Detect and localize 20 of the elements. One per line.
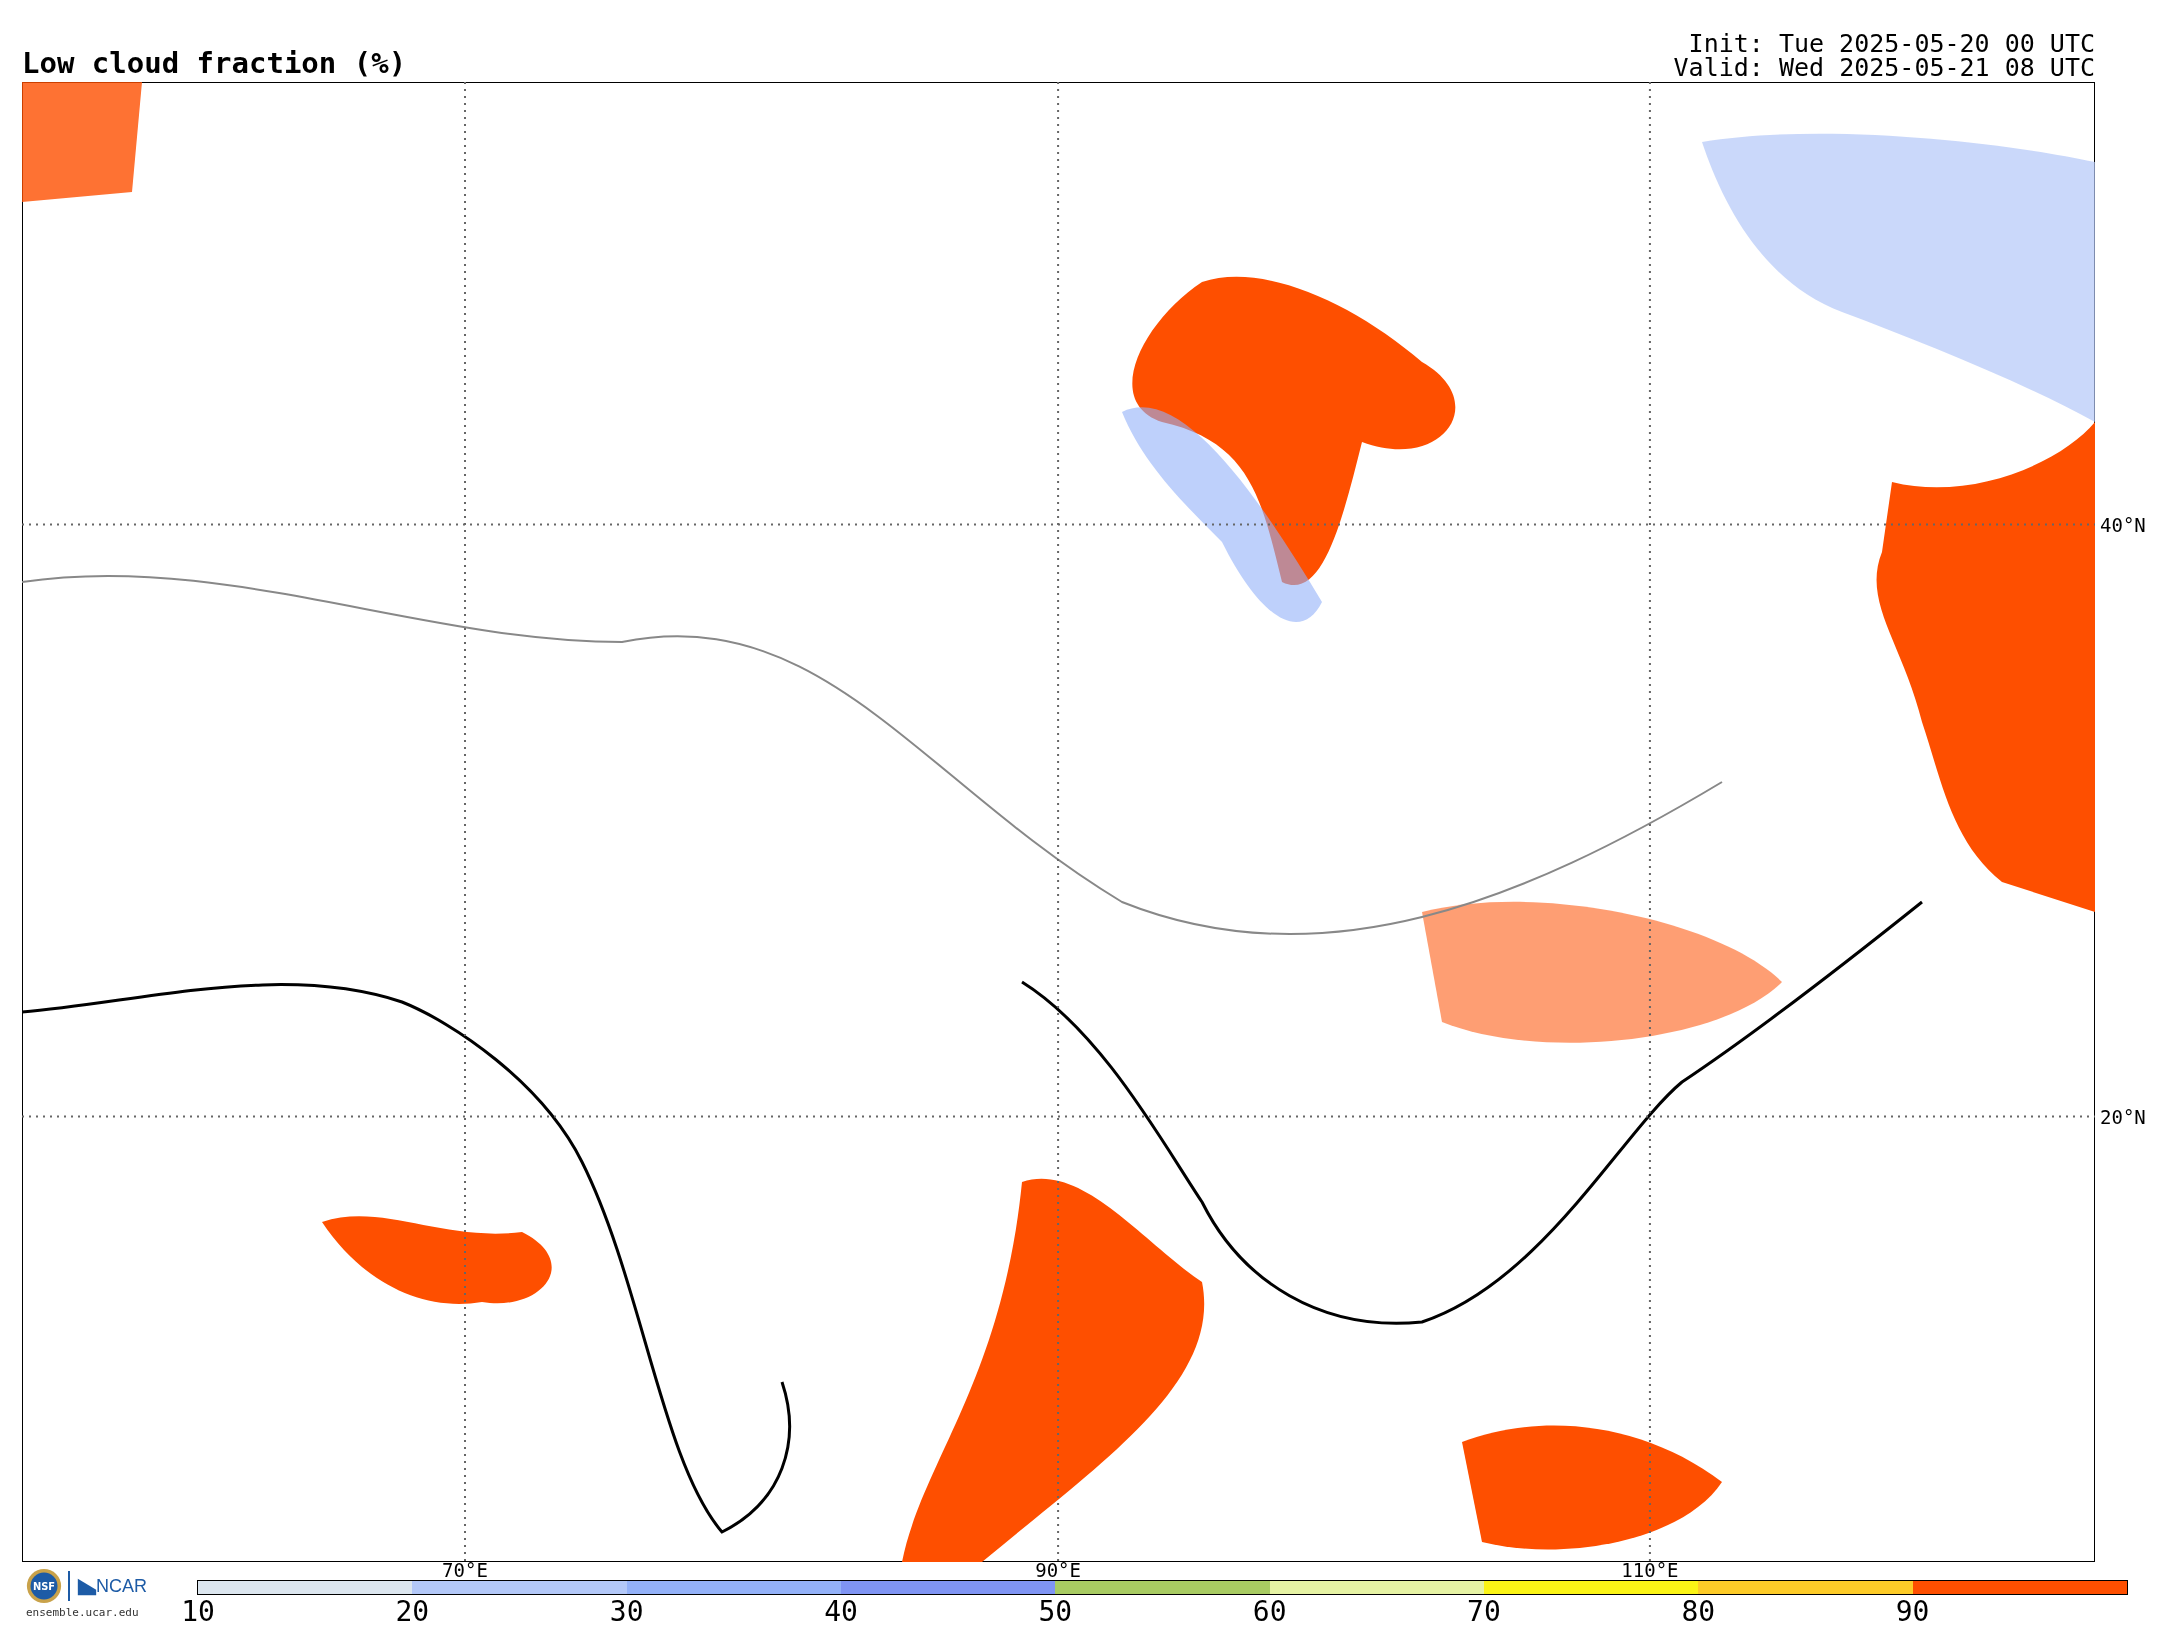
tick-label: 60: [1252, 1597, 1287, 1626]
latitude-label: 40°N: [2100, 513, 2146, 536]
valid-time: Valid: Wed 2025-05-21 08 UTC: [1673, 56, 2095, 80]
tick-label: 70: [1467, 1597, 1501, 1626]
ncar-logo-text: NCAR: [96, 1575, 147, 1597]
latitude-label: 20°N: [2100, 1105, 2146, 1128]
longitude-label: 70°E: [442, 1560, 488, 1580]
tick-label: 40: [824, 1597, 858, 1626]
tick-label: 30: [609, 1597, 644, 1626]
longitude-label: 90°E: [1035, 1560, 1081, 1580]
globe-logo-icon: NSF: [26, 1568, 62, 1604]
tick-label: 80: [1681, 1597, 1716, 1626]
init-time: Init: Tue 2025-05-20 00 UTC: [1688, 32, 2095, 56]
longitude-label: 110°E: [1621, 1560, 1679, 1580]
tick-label: 20: [395, 1597, 430, 1626]
tick-label: 10: [181, 1597, 215, 1626]
tick-label: 90: [1895, 1597, 1930, 1626]
tick-label: 50: [1038, 1597, 1073, 1626]
website-url: ensemble.ucar.edu: [26, 1606, 139, 1619]
chart-title: Low cloud fraction (%): [22, 49, 407, 78]
